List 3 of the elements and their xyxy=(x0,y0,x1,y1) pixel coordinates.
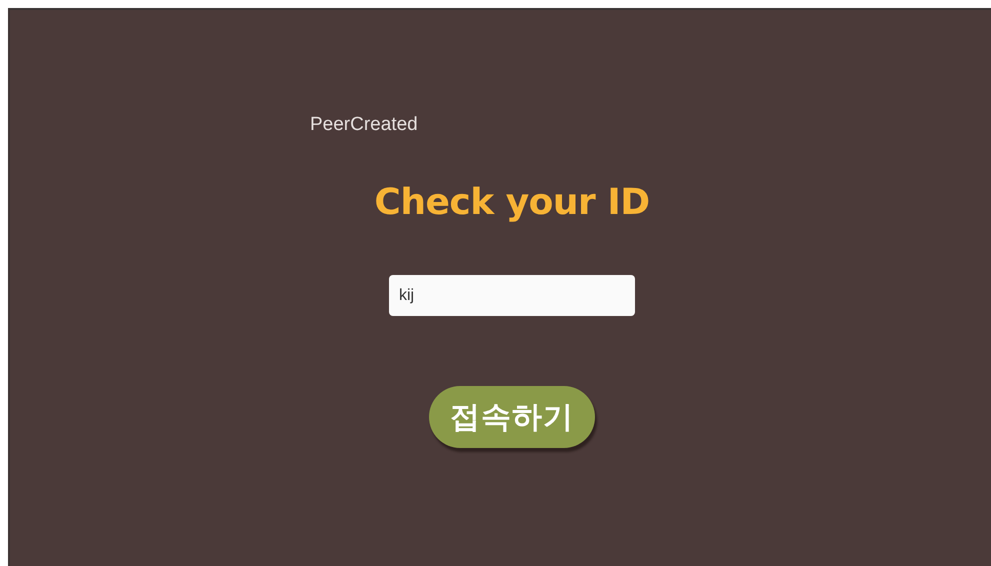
id-field[interactable]: kij xyxy=(389,275,635,316)
status-text: PeerCreated xyxy=(310,114,418,136)
title: Check your ID xyxy=(374,182,650,223)
